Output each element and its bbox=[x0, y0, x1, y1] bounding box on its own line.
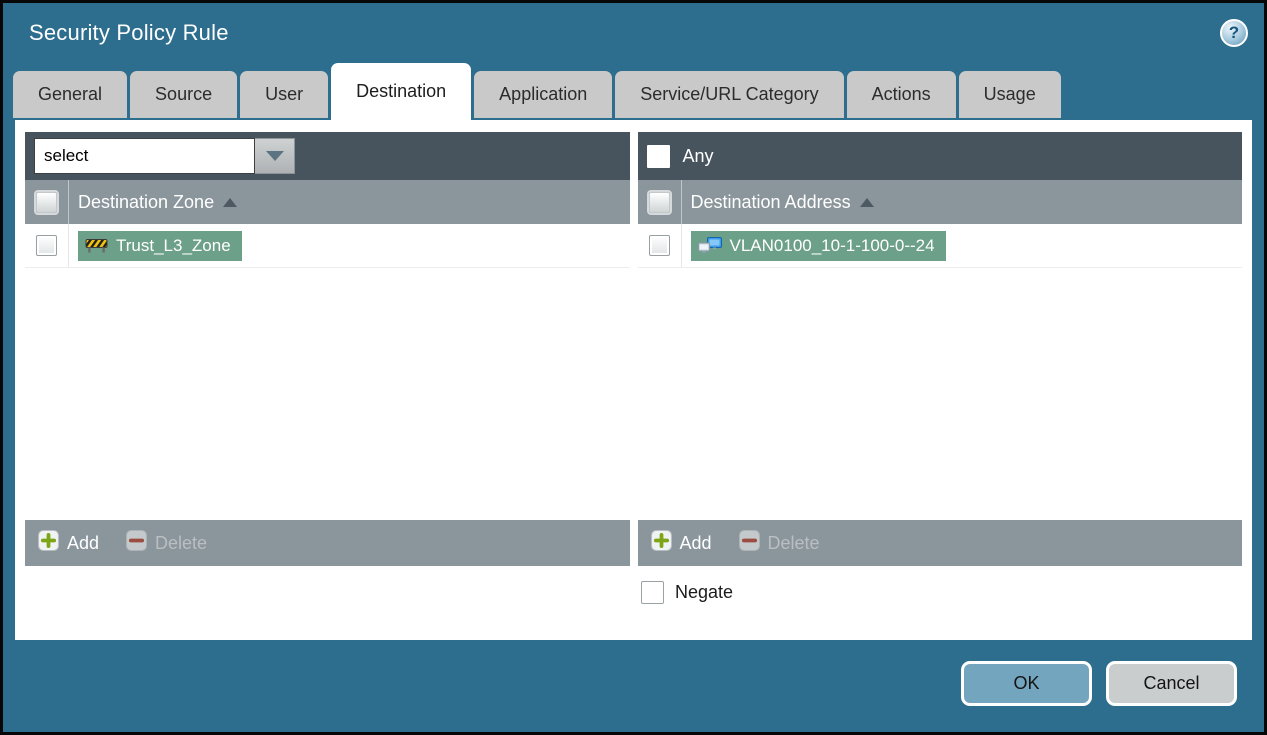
address-delete-button[interactable]: Delete bbox=[738, 530, 820, 556]
tab-user[interactable]: User bbox=[240, 71, 329, 118]
tab-usage[interactable]: Usage bbox=[958, 71, 1061, 118]
ok-button[interactable]: OK bbox=[961, 660, 1092, 706]
zone-panel-footer: Add Delete bbox=[25, 520, 630, 566]
zone-item[interactable]: Trust_L3_Zone bbox=[78, 230, 242, 261]
address-panel-footer: Add Delete bbox=[637, 520, 1242, 566]
zone-table-row: Trust_L3_Zone bbox=[25, 224, 630, 268]
tab-service-url-category[interactable]: Service/URL Category bbox=[615, 71, 844, 118]
tab-actions[interactable]: Actions bbox=[846, 71, 956, 118]
sort-ascending-icon[interactable] bbox=[859, 197, 874, 207]
address-panel-toolbar: Any bbox=[637, 132, 1242, 180]
tab-destination[interactable]: Destination bbox=[331, 63, 472, 120]
dialog-titlebar: Security Policy Rule bbox=[3, 3, 1264, 62]
network-address-icon bbox=[697, 236, 722, 253]
zone-delete-button[interactable]: Delete bbox=[126, 530, 207, 556]
address-column-header[interactable]: Destination Address bbox=[691, 192, 851, 213]
zone-select-combobox[interactable] bbox=[34, 138, 295, 174]
tab-bar: General Source User Destination Application S… bbox=[3, 62, 1264, 120]
address-add-button[interactable]: Add bbox=[650, 530, 712, 556]
any-label: Any bbox=[682, 145, 714, 166]
help-icon[interactable] bbox=[1220, 18, 1248, 47]
address-row-checkbox[interactable] bbox=[648, 235, 670, 256]
delete-icon bbox=[738, 530, 760, 556]
zone-add-button[interactable]: Add bbox=[38, 530, 99, 556]
tab-application[interactable]: Application bbox=[474, 71, 613, 118]
dialog-footer: OK Cancel bbox=[3, 640, 1264, 732]
any-checkbox[interactable] bbox=[646, 144, 670, 168]
address-item-label: VLAN0100_10-1-100-0--24 bbox=[729, 235, 935, 255]
sort-ascending-icon[interactable] bbox=[223, 197, 238, 207]
zone-item-label: Trust_L3_Zone bbox=[116, 235, 231, 255]
zone-select-dropdown-button[interactable] bbox=[255, 138, 295, 174]
add-icon bbox=[38, 530, 59, 556]
destination-address-panel: Any Destination Address VLAN0100_10-1-10… bbox=[637, 132, 1242, 566]
zone-select-all-checkbox[interactable] bbox=[36, 191, 57, 213]
negate-option: Negate bbox=[641, 581, 733, 604]
chevron-down-icon bbox=[265, 151, 284, 161]
add-icon bbox=[650, 530, 672, 556]
tab-source[interactable]: Source bbox=[130, 71, 238, 118]
negate-checkbox[interactable] bbox=[641, 581, 664, 604]
destination-tab-content: Destination Zone Trust_L3_Zone bbox=[15, 120, 1252, 640]
address-item[interactable]: VLAN0100_10-1-100-0--24 bbox=[690, 230, 946, 261]
destination-zone-panel: Destination Zone Trust_L3_Zone bbox=[25, 132, 630, 566]
zone-column-header[interactable]: Destination Zone bbox=[78, 192, 214, 213]
security-policy-rule-dialog: Security Policy Rule GeneralSourceUserDe… bbox=[0, 0, 1267, 735]
zone-row-checkbox[interactable] bbox=[36, 235, 57, 256]
panels-row: Destination Zone Trust_L3_Zone bbox=[15, 120, 1252, 566]
address-select-all-checkbox[interactable] bbox=[648, 191, 670, 213]
zone-table-header: Destination Zone bbox=[25, 180, 630, 224]
negate-label: Negate bbox=[675, 582, 734, 602]
dialog-title: Security Policy Rule bbox=[29, 19, 229, 45]
zone-select-input[interactable] bbox=[34, 138, 255, 174]
zone-panel-toolbar bbox=[25, 132, 630, 180]
address-table-body: VLAN0100_10-1-100-0--24 bbox=[637, 224, 1242, 520]
address-table-row: VLAN0100_10-1-100-0--24 bbox=[637, 224, 1242, 268]
zone-icon bbox=[85, 239, 108, 253]
address-table-header: Destination Address bbox=[637, 180, 1242, 224]
delete-icon bbox=[126, 530, 148, 556]
cancel-button[interactable]: Cancel bbox=[1106, 660, 1237, 706]
tab-general[interactable]: General bbox=[13, 71, 128, 118]
zone-table-body: Trust_L3_Zone bbox=[25, 224, 630, 520]
